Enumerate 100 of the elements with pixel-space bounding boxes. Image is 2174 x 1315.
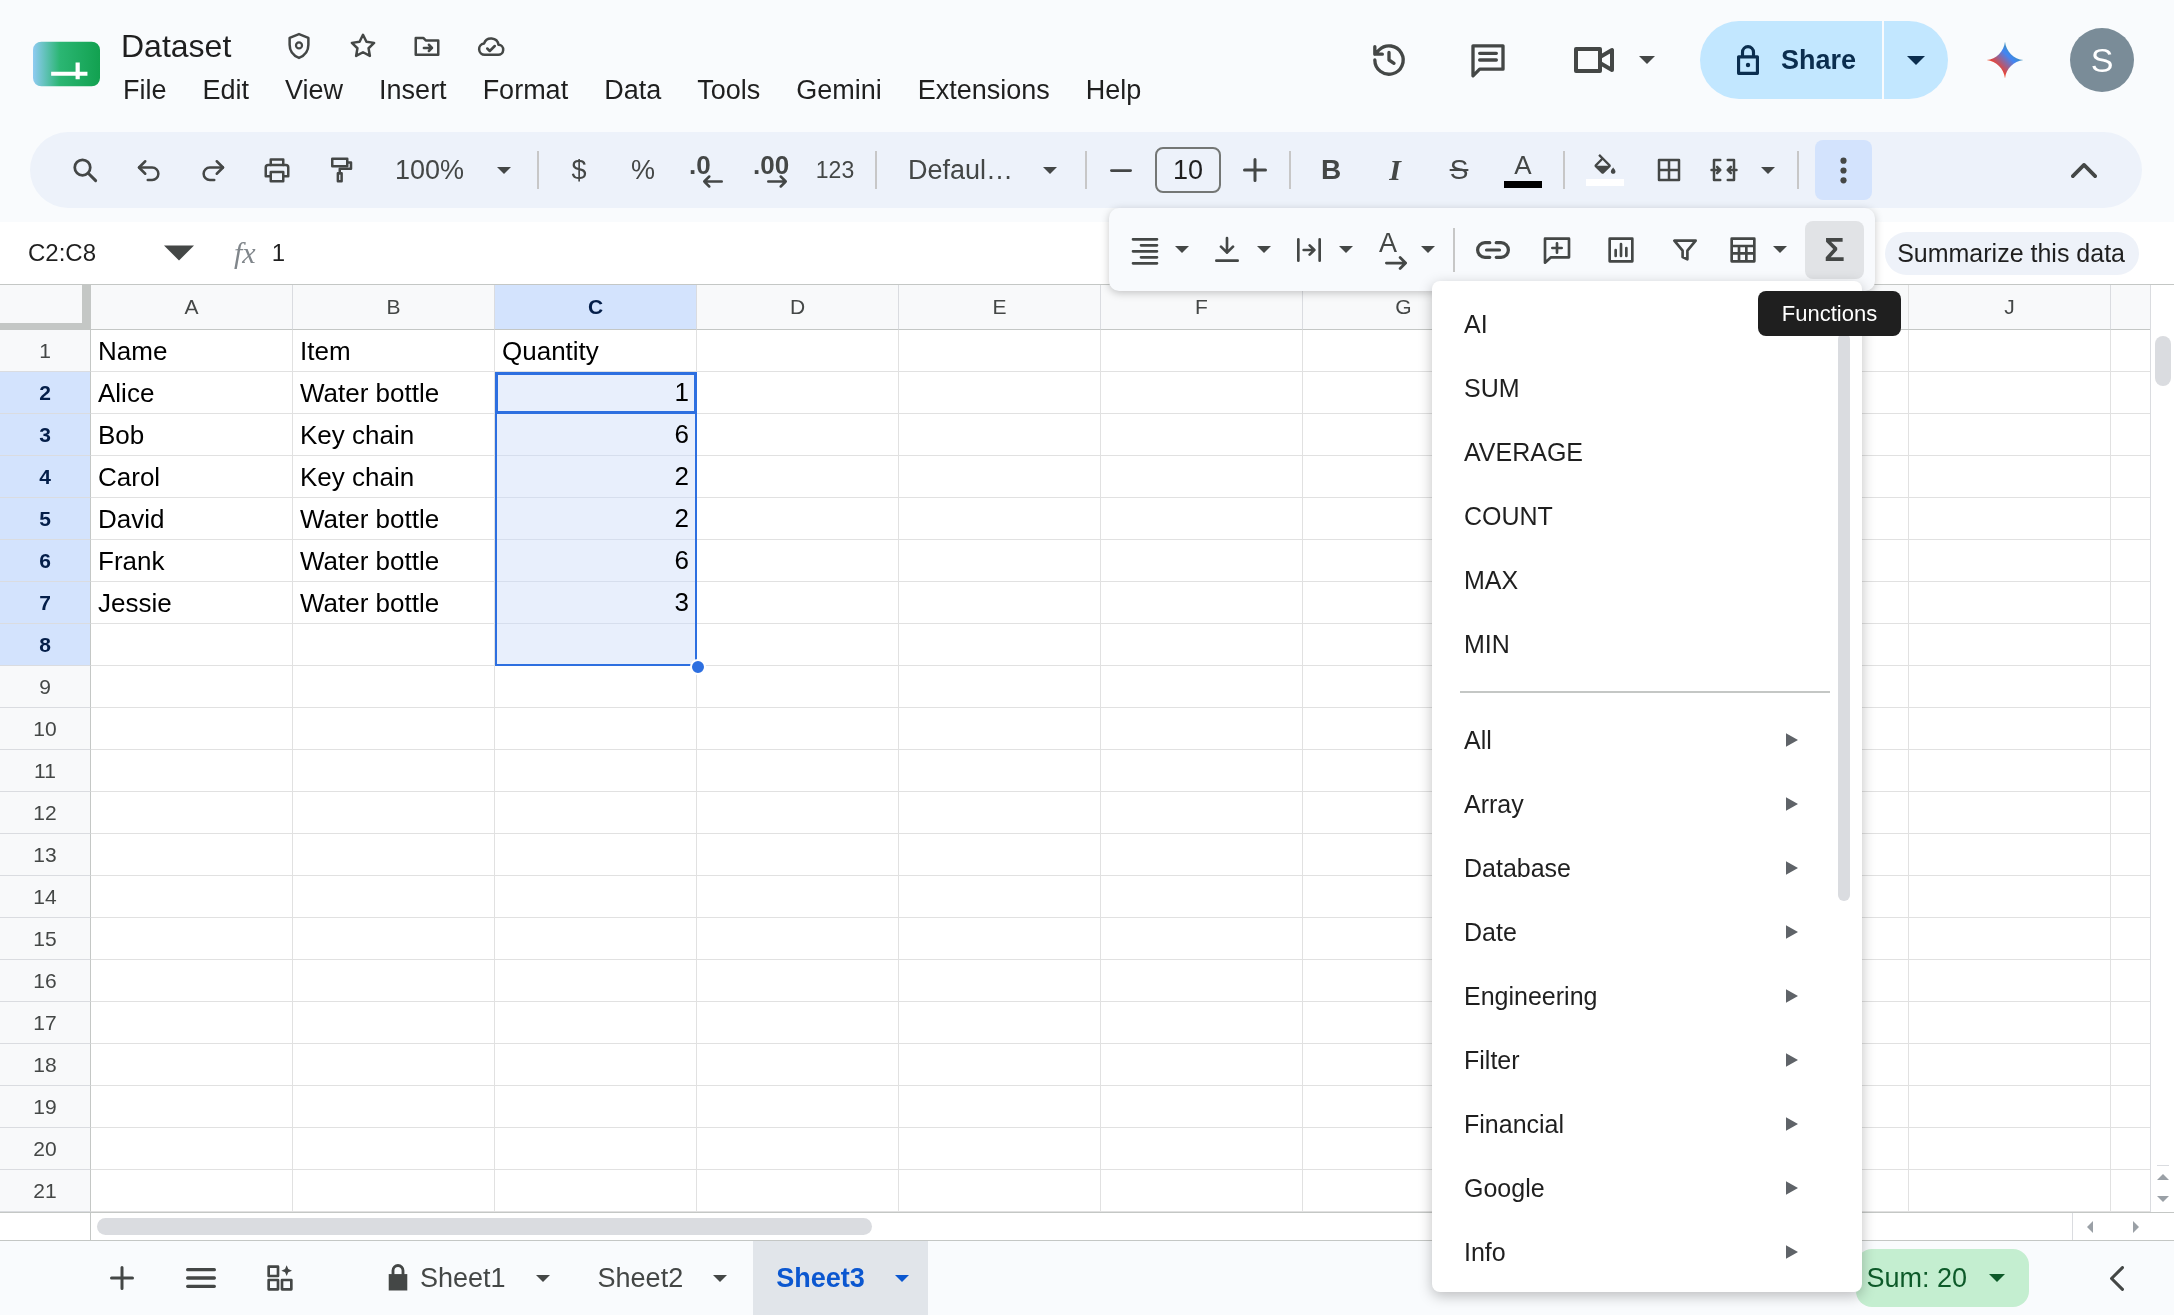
menu-item[interactable]: Financial — [1432, 1092, 1862, 1156]
plus-icon — [110, 1266, 134, 1290]
menu-item[interactable]: Array — [1432, 772, 1862, 836]
menu-icon — [186, 1268, 216, 1288]
submenu-arrow-icon — [1786, 1053, 1798, 1067]
row-header[interactable]: 4 — [0, 456, 91, 498]
increase-decimal-button[interactable]: .00 — [747, 146, 795, 194]
menu-item[interactable]: SUM — [1432, 356, 1862, 420]
row-header[interactable]: 5 — [0, 498, 91, 540]
left-arrow-icon[interactable] — [2087, 1220, 2093, 1233]
row-header[interactable]: 19 — [0, 1086, 91, 1128]
down-arrow-icon[interactable] — [2156, 1196, 2169, 1202]
column-header[interactable]: C — [495, 285, 697, 330]
formula-field[interactable]: 1 — [271, 222, 1052, 284]
submenu-arrow-icon — [1786, 1245, 1798, 1259]
font-size-field[interactable]: 10 — [1155, 147, 1221, 193]
row-header[interactable]: 3 — [0, 414, 91, 456]
name-box-field[interactable]: C2:C8 — [0, 222, 164, 284]
menu-item[interactable]: View — [267, 70, 362, 110]
menu-item[interactable]: COUNT — [1432, 484, 1862, 548]
up-arrow-icon[interactable] — [2156, 1174, 2169, 1180]
menu-item[interactable]: MIN — [1432, 612, 1862, 676]
sheet-tab[interactable]: Sheet3 — [753, 1241, 928, 1315]
row-header[interactable]: 12 — [0, 792, 91, 834]
right-arrow-icon[interactable] — [2133, 1220, 2139, 1233]
row-header[interactable]: 11 — [0, 750, 91, 792]
document-title[interactable]: Dataset — [121, 22, 232, 70]
row-header[interactable]: 16 — [0, 960, 91, 1002]
explore-icon — [264, 1262, 296, 1294]
spreadsheet-logo-icon[interactable] — [33, 41, 100, 87]
currency-button[interactable]: $ — [555, 146, 603, 194]
text-rotation-button[interactable]: A — [1371, 220, 1441, 279]
menu-item[interactable]: Help — [1067, 70, 1160, 110]
vertical-scrollbar[interactable] — [2150, 285, 2174, 1212]
more-button[interactable] — [1815, 140, 1872, 200]
menu-item[interactable]: File — [105, 70, 185, 110]
scrollbar-thumb[interactable] — [1838, 333, 1850, 901]
row-header[interactable]: 1 — [0, 330, 91, 372]
menu-item[interactable]: Data — [586, 70, 680, 110]
row-header[interactable]: 15 — [0, 918, 91, 960]
caret-icon — [1175, 246, 1189, 253]
menu-item[interactable]: Engineering — [1432, 964, 1862, 1028]
row-header[interactable]: 9 — [0, 666, 91, 708]
table-cell-text: Quantity — [501, 334, 600, 368]
search-icon — [70, 155, 100, 185]
row-header[interactable]: 21 — [0, 1170, 91, 1212]
bold-button[interactable]: B — [1307, 146, 1355, 194]
menu-item[interactable]: Database — [1432, 836, 1862, 900]
link-icon — [1476, 240, 1510, 259]
functions-button[interactable]: Σ — [1805, 220, 1864, 279]
italic-button[interactable]: I — [1371, 146, 1419, 194]
row-header[interactable]: 20 — [0, 1128, 91, 1170]
menu-item[interactable]: Google — [1432, 1156, 1862, 1220]
table-cell-text: Item — [299, 334, 352, 368]
menu-item[interactable]: All — [1432, 708, 1862, 772]
summarize-button[interactable]: Summarize this data — [1885, 231, 2139, 275]
scrollbar-thumb[interactable] — [97, 1218, 872, 1235]
caret-icon — [535, 1274, 550, 1282]
caret-icon — [1043, 166, 1057, 174]
row-header[interactable]: 2 — [0, 372, 91, 414]
caret-icon — [1773, 246, 1787, 253]
percent-button[interactable]: % — [619, 146, 667, 194]
share-button[interactable]: Share — [1700, 21, 1882, 99]
menu-item[interactable]: Edit — [184, 70, 268, 110]
table-cell-text: Bob — [97, 418, 146, 452]
row-header[interactable]: 7 — [0, 582, 91, 624]
plus-icon — [1243, 158, 1267, 182]
sheet-tab[interactable]: Sheet1 — [366, 1241, 569, 1315]
sheet-tab[interactable]: Sheet2 — [575, 1241, 747, 1315]
zoom-select[interactable]: 100% — [381, 146, 521, 194]
row-header[interactable]: 17 — [0, 1002, 91, 1044]
table-cell-text: Water bottle — [299, 502, 441, 536]
menu-item[interactable]: Tools — [679, 70, 779, 110]
table-cell-text: Water bottle — [299, 376, 441, 410]
fill-handle[interactable] — [690, 659, 706, 675]
scrollbar-thumb[interactable] — [2154, 336, 2171, 386]
row-header[interactable]: 8 — [0, 624, 91, 666]
selection-sum-button[interactable]: Sum: 20 — [1856, 1249, 2029, 1307]
strikethrough-button[interactable]: S — [1435, 146, 1483, 194]
row-header[interactable]: 13 — [0, 834, 91, 876]
menu-item[interactable]: Insert — [361, 70, 465, 110]
menu-item[interactable]: Filter — [1432, 1028, 1862, 1092]
menu-item[interactable]: Format — [464, 70, 587, 110]
number-format-button[interactable]: 123 — [811, 146, 859, 194]
row-header[interactable]: 10 — [0, 708, 91, 750]
row-header[interactable]: 14 — [0, 876, 91, 918]
row-header[interactable]: 6 — [0, 540, 91, 582]
table-cell-text: Key chain — [299, 460, 416, 494]
menu-item[interactable]: Date — [1432, 900, 1862, 964]
table-cell-text: Water bottle — [299, 586, 441, 620]
decrease-decimal-button[interactable]: .0 — [683, 146, 731, 194]
chevron-up-icon — [2071, 162, 2097, 178]
menu-item[interactable]: Gemini — [778, 70, 900, 110]
menu-item[interactable]: Extensions — [899, 70, 1068, 110]
row-header[interactable]: 18 — [0, 1044, 91, 1086]
lock-icon — [1737, 45, 1759, 75]
menu-item[interactable]: AVERAGE — [1432, 420, 1862, 484]
font-select[interactable]: Defaul… — [893, 146, 1069, 194]
text-color-button[interactable]: A — [1499, 146, 1547, 194]
menu-item[interactable]: MAX — [1432, 548, 1862, 612]
